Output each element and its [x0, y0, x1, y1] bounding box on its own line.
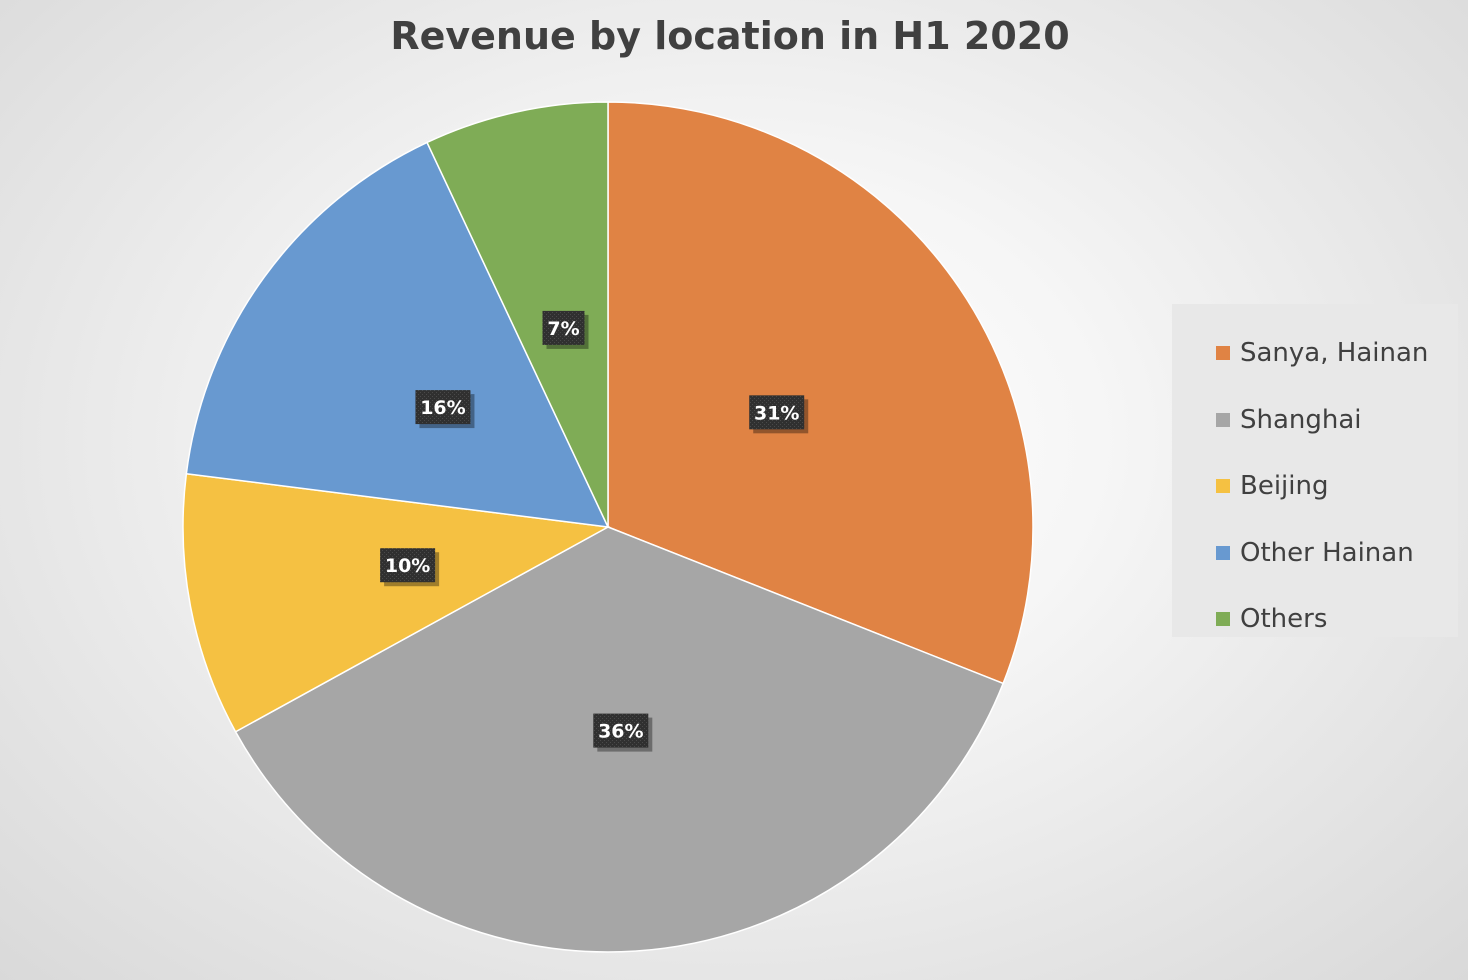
- data-label-others: 7%: [542, 310, 589, 349]
- legend: Sanya, Hainan Shanghai Beijing Other Hainan…: [1172, 304, 1458, 637]
- data-label-text: 31%: [754, 402, 799, 424]
- data-label-beijing: 10%: [380, 548, 440, 587]
- legend-item-beijing: Beijing: [1172, 453, 1458, 520]
- data-label-text: 36%: [598, 721, 643, 743]
- legend-swatch: [1216, 412, 1230, 427]
- legend-swatch: [1216, 346, 1230, 361]
- legend-label: Other Hainan: [1240, 537, 1414, 568]
- data-label-sanya-hainan: 31%: [749, 395, 809, 434]
- chart-area: Revenue by location in H1 2020 31% 36% 10%…: [0, 0, 1468, 980]
- legend-swatch: [1216, 479, 1230, 494]
- legend-label: Others: [1240, 604, 1328, 635]
- data-label-text: 7%: [547, 318, 579, 340]
- legend-swatch: [1216, 545, 1230, 560]
- data-label-text: 16%: [420, 397, 465, 419]
- data-label-text: 10%: [385, 555, 430, 577]
- legend-label: Shanghai: [1240, 404, 1362, 435]
- legend-item-other-hainan: Other Hainan: [1172, 520, 1458, 587]
- legend-item-sanya-hainan: Sanya, Hainan: [1172, 320, 1458, 387]
- legend-label: Beijing: [1240, 471, 1329, 502]
- data-label-shanghai: 36%: [593, 713, 653, 752]
- legend-item-others: Others: [1172, 586, 1458, 653]
- legend-item-shanghai: Shanghai: [1172, 387, 1458, 454]
- data-label-other-hainan: 16%: [415, 390, 475, 429]
- legend-swatch: [1216, 612, 1230, 627]
- legend-label: Sanya, Hainan: [1240, 338, 1429, 369]
